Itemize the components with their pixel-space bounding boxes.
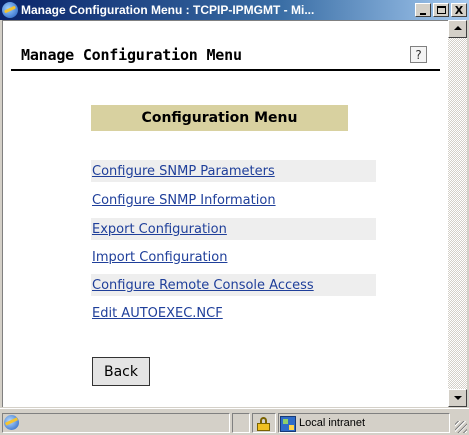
page-title: Manage Configuration Menu: [21, 46, 242, 64]
configure-remote-console-access-link[interactable]: Configure Remote Console Access: [92, 278, 314, 293]
minimize-button[interactable]: [415, 3, 431, 17]
menu-item-configure-remote-console-access: Configure Remote Console Access: [91, 274, 376, 296]
minimize-icon: [420, 12, 426, 15]
scroll-down-button[interactable]: [448, 389, 467, 407]
scroll-up-button[interactable]: [448, 20, 467, 38]
status-progress-cell: [232, 413, 250, 433]
page-content: Manage Configuration Menu ? Configuratio…: [2, 20, 448, 407]
lock-icon: [257, 417, 270, 431]
resize-grip-icon[interactable]: [455, 421, 467, 433]
edit-autoexec-ncf-link[interactable]: Edit AUTOEXEC.NCF: [92, 306, 223, 321]
export-configuration-link[interactable]: Export Configuration: [92, 222, 227, 237]
window-titlebar[interactable]: Manage Configuration Menu : TCPIP-IPMGMT…: [0, 0, 469, 20]
menu-item-configure-snmp-parameters: Configure SNMP Parameters: [91, 160, 376, 182]
status-bar: Local intranet: [0, 408, 469, 435]
zone-label: Local intranet: [299, 417, 366, 429]
arrow-up-icon: [454, 26, 462, 30]
maximize-icon: [436, 6, 446, 14]
configure-snmp-parameters-link[interactable]: Configure SNMP Parameters: [92, 164, 275, 179]
window-title: Manage Configuration Menu : TCPIP-IPMGMT…: [21, 3, 315, 17]
page-header: Manage Configuration Menu ?: [3, 21, 448, 83]
import-configuration-link[interactable]: Import Configuration: [92, 250, 227, 265]
maximize-button[interactable]: [433, 3, 449, 17]
menu-item-import-configuration: Import Configuration: [91, 246, 376, 268]
help-icon[interactable]: ?: [410, 46, 427, 63]
arrow-down-icon: [454, 396, 462, 400]
status-text-cell: [2, 413, 230, 433]
menu-item-export-configuration: Export Configuration: [91, 218, 376, 240]
configuration-menu-heading: Configuration Menu: [91, 105, 348, 131]
back-button[interactable]: Back: [92, 357, 150, 386]
close-button[interactable]: X: [451, 3, 467, 17]
window-controls: X: [413, 3, 467, 17]
header-divider: [11, 69, 440, 71]
menu-item-configure-snmp-information: Configure SNMP Information: [91, 189, 376, 211]
close-icon: X: [454, 3, 464, 17]
ie-icon[interactable]: [2, 2, 18, 18]
menu-item-edit-autoexec-ncf: Edit AUTOEXEC.NCF: [91, 302, 376, 324]
vertical-scrollbar[interactable]: [448, 20, 467, 407]
local-intranet-icon: [280, 416, 296, 432]
configure-snmp-information-link[interactable]: Configure SNMP Information: [92, 193, 276, 208]
